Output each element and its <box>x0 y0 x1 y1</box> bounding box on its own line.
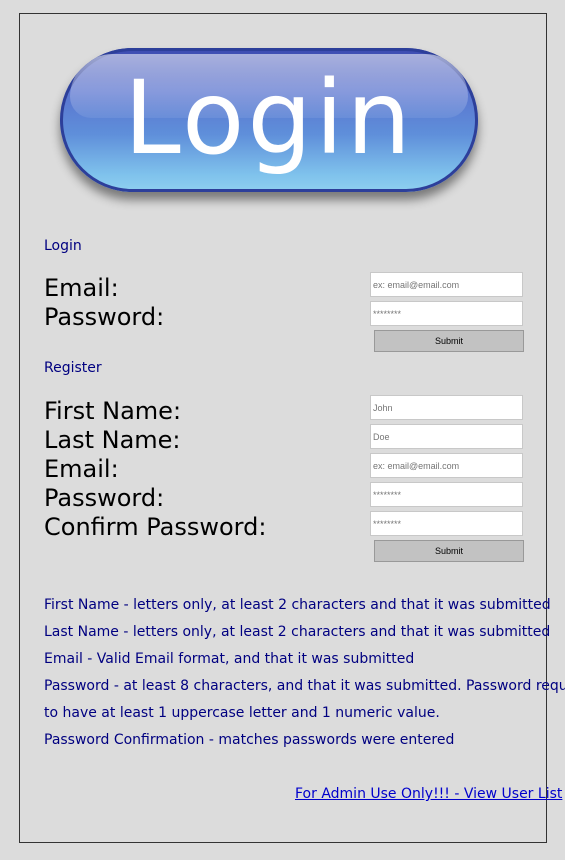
login-password-input[interactable] <box>370 301 523 326</box>
login-heading: Login <box>44 238 82 254</box>
login-password-label: Password: <box>44 303 165 331</box>
first-name-input[interactable] <box>370 395 523 420</box>
confirm-password-input[interactable] <box>370 511 523 536</box>
register-email-label: Email: <box>44 455 119 483</box>
register-password-label: Password: <box>44 484 165 512</box>
register-password-input[interactable] <box>370 482 523 507</box>
rule-password-confirmation: Password Confirmation - matches password… <box>44 732 455 748</box>
rule-last-name: Last Name - letters only, at least 2 cha… <box>44 624 551 640</box>
rule-password: Password - at least 8 characters, and th… <box>44 678 565 694</box>
rule-email: Email - Valid Email format, and that it … <box>44 651 415 667</box>
register-email-input[interactable] <box>370 453 523 478</box>
login-email-label: Email: <box>44 274 119 302</box>
rule-first-name: First Name - letters only, at least 2 ch… <box>44 597 551 613</box>
logo-text: Login <box>123 59 415 178</box>
confirm-password-label: Confirm Password: <box>44 513 267 541</box>
login-email-input[interactable] <box>370 272 523 297</box>
last-name-label: Last Name: <box>44 426 181 454</box>
register-heading: Register <box>44 360 102 376</box>
first-name-label: First Name: <box>44 397 182 425</box>
last-name-input[interactable] <box>370 424 523 449</box>
rule-password-cont: to have at least 1 uppercase letter and … <box>44 705 440 721</box>
login-logo: Login <box>60 48 478 192</box>
admin-user-list-link[interactable]: For Admin Use Only!!! - View User List <box>295 786 562 802</box>
register-submit-button[interactable]: Submit <box>374 540 524 562</box>
login-submit-button[interactable]: Submit <box>374 330 524 352</box>
